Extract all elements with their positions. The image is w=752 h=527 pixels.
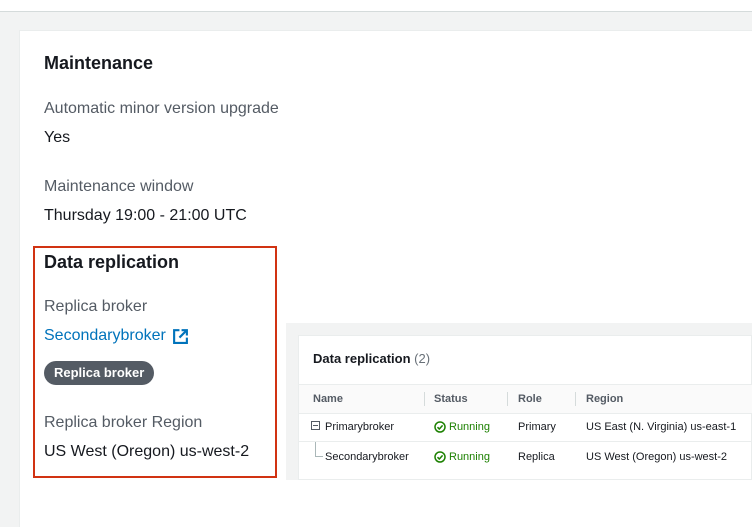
row-status-text: Running: [449, 451, 490, 463]
column-separator: [507, 392, 508, 406]
replica-broker-link[interactable]: Secondarybroker: [44, 327, 189, 345]
tree-line: [315, 442, 316, 456]
data-replication-panel: Data replication (2) Name Status Role Re…: [298, 335, 752, 480]
column-header-status[interactable]: Status: [434, 393, 468, 405]
row-name: Primarybroker: [325, 421, 395, 433]
auto-upgrade-label: Automatic minor version upgrade: [44, 100, 279, 117]
panel-title-text: Data replication: [313, 351, 411, 366]
row-region: US West (Oregon) us-west-2: [586, 451, 728, 463]
row-status-text: Running: [449, 421, 490, 433]
replica-region-label: Replica broker Region: [44, 414, 203, 431]
column-separator: [575, 392, 576, 406]
replica-broker-link-text: Secondarybroker: [44, 327, 166, 344]
auto-upgrade-value: Yes: [44, 129, 71, 146]
status-success-icon: [434, 421, 446, 433]
column-header-role[interactable]: Role: [518, 393, 542, 405]
replica-broker-badge: Replica broker: [44, 361, 155, 385]
row-role: Replica: [518, 451, 555, 463]
table-row[interactable]: Primarybroker Running Primary US East (N…: [299, 412, 752, 442]
replica-broker-label: Replica broker: [44, 298, 148, 315]
row-name: Secondarybroker: [325, 451, 409, 463]
panel-count: (2): [414, 351, 431, 366]
column-header-name[interactable]: Name: [313, 393, 343, 405]
maintenance-window-value: Thursday 19:00 - 21:00 UTC: [44, 207, 247, 224]
row-region: US East (N. Virginia) us-east-1: [586, 421, 737, 433]
row-role: Primary: [518, 421, 556, 433]
external-link-icon: [172, 328, 188, 344]
maintenance-heading: Maintenance: [44, 53, 154, 73]
row-status: Running: [434, 421, 490, 433]
top-bar: [0, 0, 752, 12]
replica-region-value: US West (Oregon) us-west-2: [44, 443, 250, 460]
data-replication-heading: Data replication: [44, 252, 180, 272]
column-header-region[interactable]: Region: [586, 393, 623, 405]
data-replication-panel-backdrop: Data replication (2) Name Status Role Re…: [286, 323, 752, 480]
row-status: Running: [434, 451, 490, 463]
tree-collapse-icon[interactable]: [311, 421, 320, 430]
status-success-icon: [434, 451, 446, 463]
table-row[interactable]: Secondarybroker Running Replica US West …: [299, 442, 752, 471]
maintenance-window-label: Maintenance window: [44, 178, 194, 195]
tree-line: [315, 456, 323, 457]
table-header: Name Status Role Region: [299, 384, 752, 414]
panel-title: Data replication (2): [313, 351, 430, 366]
column-separator: [424, 392, 425, 406]
